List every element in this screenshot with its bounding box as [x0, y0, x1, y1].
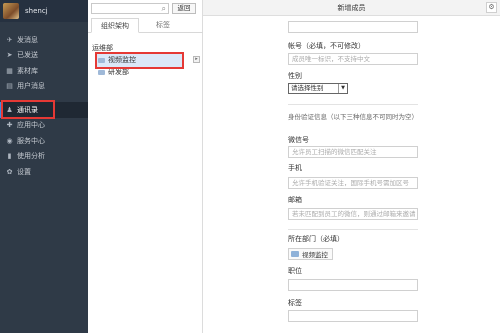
sidebar-item-app-center[interactable]: ✚ 应用中心 [0, 118, 88, 134]
folder-icon [98, 69, 105, 75]
sidebar-item-label: 已发送 [17, 51, 38, 60]
tab-tags[interactable]: 标签 [139, 18, 187, 33]
sidebar-item-label: 使用分析 [17, 152, 45, 161]
sidebar-item-analytics[interactable]: ▮ 使用分析 [0, 149, 88, 165]
verify-info-label: 身份验证信息（以下三种信息不可同时为空） [288, 113, 418, 121]
gender-select-value: 请选择性别 [291, 84, 324, 92]
service-center-icon: ◉ [6, 136, 13, 145]
position-label: 职位 [288, 267, 302, 275]
tags-label: 标签 [288, 299, 302, 307]
divider [288, 104, 418, 105]
node-menu-handle-icon[interactable]: ▸ [193, 56, 200, 63]
gender-label: 性别 [288, 72, 302, 80]
main-topbar: 新增成员 ⚙ [203, 0, 500, 16]
gear-icon[interactable]: ⚙ [486, 2, 497, 13]
sidebar-item-label: 发消息 [17, 35, 38, 44]
email-field[interactable]: 若未匹配到员工的微信，则通过邮箱来邀请 [288, 208, 418, 220]
app-center-icon: ✚ [6, 121, 13, 130]
send-icon: ✈ [6, 35, 13, 44]
sidebar-item-send[interactable]: ✈ 发消息 [0, 32, 88, 48]
sidebar-item-sent[interactable]: ➤ 已发送 [0, 48, 88, 64]
sidebar-item-label: 应用中心 [17, 121, 45, 130]
username: shencj [25, 7, 48, 15]
tab-org-structure[interactable]: 组织架构 [91, 18, 139, 33]
dept-chip[interactable]: 视频监控 [288, 248, 333, 260]
settings-icon: ✿ [6, 167, 13, 176]
sidebar-item-user-message[interactable]: ▤ 用户消息 [0, 79, 88, 95]
back-button[interactable]: 返回 [172, 3, 196, 14]
phone-label: 手机 [288, 164, 302, 172]
name-field[interactable] [288, 21, 418, 33]
account-field[interactable]: 成员唯一标识，不支持中文 [288, 53, 418, 65]
divider [288, 229, 418, 230]
material-icon: ▦ [6, 66, 13, 75]
sidebar-item-label: 设置 [17, 167, 31, 176]
dept-label: 所在部门（必填） [288, 235, 344, 243]
tree-search-input[interactable]: ⌕ [91, 3, 169, 14]
folder-icon [291, 251, 299, 257]
chevron-down-icon: ▼ [338, 84, 347, 93]
sidebar-header: shencj [0, 0, 88, 22]
sidebar-item-label: 服务中心 [17, 136, 45, 145]
page-title: 新增成员 [337, 4, 366, 12]
tree-tabs: 组织架构 标签 [88, 18, 203, 33]
sidebar-item-label: 素材库 [17, 66, 38, 75]
phone-field[interactable]: 允许手机验证关注，国际手机号需加区号 [288, 177, 418, 189]
avatar[interactable] [3, 3, 19, 19]
search-icon[interactable]: ⌕ [162, 4, 166, 14]
gender-select[interactable]: 请选择性别 ▼ [288, 83, 348, 94]
email-label: 邮箱 [288, 196, 302, 204]
sidebar: shencj ✈ 发消息 ➤ 已发送 ▦ 素材库 ▤ 用户消息 ♟ 通讯录 ✚ 应用中心 ◉… [0, 0, 88, 333]
position-field[interactable] [288, 279, 418, 291]
wechat-label: 微信号 [288, 136, 309, 144]
main-panel: 新增成员 ⚙ 帐号（必填，不可修改） 成员唯一标识，不支持中文 性别 请选择性别… [203, 0, 500, 333]
wechat-field[interactable]: 允许员工扫描的微信匹配关注 [288, 146, 418, 158]
selected-node-highlight-annotation [95, 52, 184, 69]
account-label: 帐号（必填，不可修改） [288, 42, 365, 50]
contacts-highlight-annotation [1, 100, 55, 119]
user-message-icon: ▤ [6, 82, 13, 91]
sidebar-item-settings[interactable]: ✿ 设置 [0, 164, 88, 180]
dept-chip-label: 视频监控 [302, 251, 328, 259]
tree-search-row: ⌕ 返回 [91, 3, 203, 15]
org-tree-panel: ⌕ 返回 组织架构 标签 运维部 视频监控 研发部 ▸ [88, 0, 203, 333]
sidebar-item-service-center[interactable]: ◉ 服务中心 [0, 133, 88, 149]
sidebar-item-label: 用户消息 [17, 82, 45, 91]
sidebar-item-material[interactable]: ▦ 素材库 [0, 63, 88, 79]
tags-field[interactable] [288, 310, 418, 322]
analytics-icon: ▮ [7, 152, 12, 161]
sent-icon: ➤ [6, 51, 13, 60]
